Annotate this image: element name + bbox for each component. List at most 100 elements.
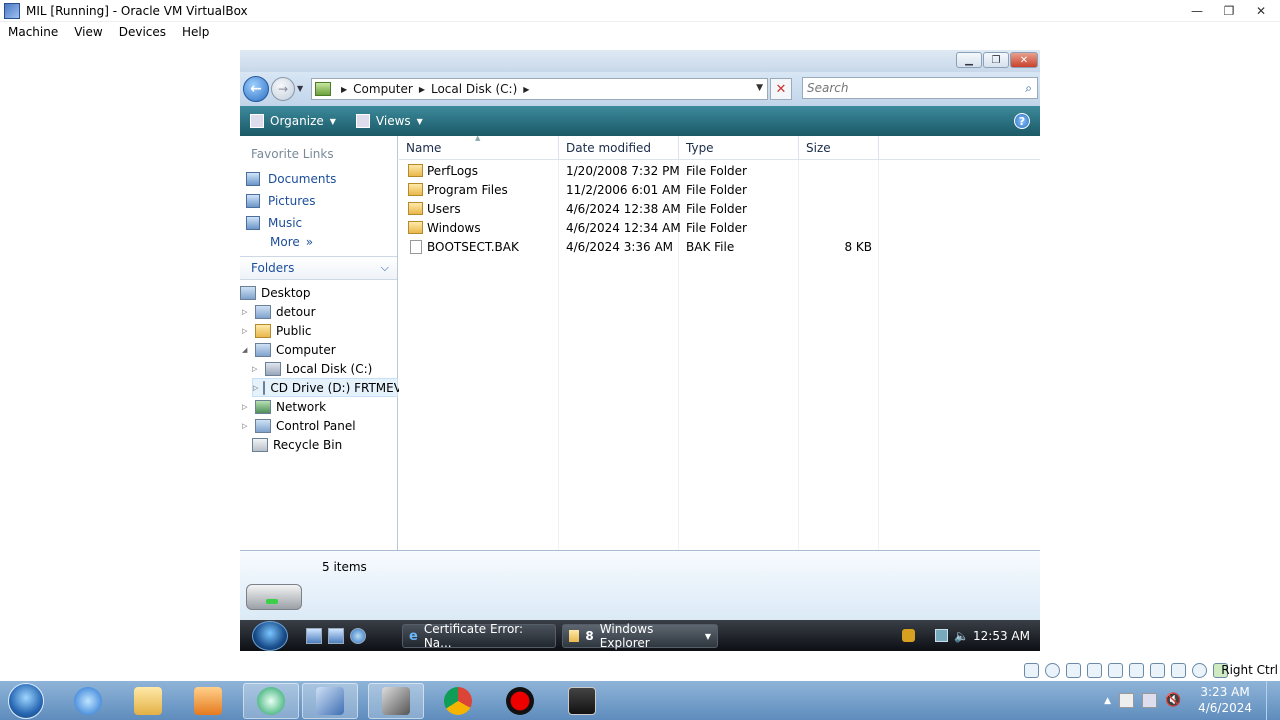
taskbar-recorder[interactable] <box>492 683 548 719</box>
shared-folders-icon[interactable] <box>1129 663 1144 678</box>
internet-explorer-icon[interactable] <box>350 628 366 644</box>
menu-view[interactable]: View <box>66 25 110 39</box>
breadcrumb-arrow-icon[interactable]: ▶ <box>341 85 347 94</box>
back-button[interactable]: ← <box>243 76 269 102</box>
expand-icon[interactable]: ▷ <box>252 365 260 373</box>
show-desktop-icon[interactable] <box>306 628 322 644</box>
address-dropdown-icon[interactable]: ▼ <box>756 83 763 93</box>
hard-disk-icon[interactable] <box>1024 663 1039 678</box>
recording-icon[interactable] <box>1171 663 1186 678</box>
optical-drive-icon[interactable] <box>1045 663 1060 678</box>
expand-icon[interactable]: ▷ <box>253 384 258 392</box>
collapse-icon[interactable]: ◢ <box>242 346 250 354</box>
address-bar[interactable]: ▶ Computer ▶ Local Disk (C:) ▶ ▼ <box>311 78 768 100</box>
close-button[interactable]: ✕ <box>1246 2 1276 20</box>
address-row: ← → ▼ ▶ Computer ▶ Local Disk (C:) ▶ ▼ ✕… <box>240 72 1040 106</box>
virtualbox-icon <box>4 2 20 19</box>
taskbar-button-windows-explorer[interactable]: 8 Windows Explorer ▼ <box>562 622 718 650</box>
folders-header[interactable]: Folders ⌵ <box>240 256 397 280</box>
tree-item-control-panel[interactable]: ▷ Control Panel <box>242 416 356 435</box>
search-icon[interactable]: ⌕ <box>1025 81 1032 96</box>
breadcrumb-local-disk[interactable]: Local Disk (C:) <box>431 82 517 96</box>
show-hidden-icons-icon[interactable]: ▲ <box>1104 696 1111 706</box>
taskbar-chrome[interactable] <box>430 683 486 719</box>
taskbar-app-green[interactable] <box>243 683 299 719</box>
table-row[interactable]: PerfLogs 1/20/2008 7:32 PM File Folder <box>399 161 1040 180</box>
taskbar-video-editor[interactable] <box>554 683 610 719</box>
tree-item-network[interactable]: ▷ Network <box>242 397 326 416</box>
forward-button[interactable]: → <box>271 77 295 101</box>
tree-item-cd-drive[interactable]: ▷ CD Drive (D:) FRTMEV <box>252 378 402 397</box>
tree-item-detour[interactable]: ▷ detour <box>242 302 316 321</box>
usb-icon[interactable] <box>1108 663 1123 678</box>
expand-icon[interactable]: ▷ <box>242 422 250 430</box>
taskbar-virtualbox[interactable] <box>302 683 358 719</box>
favorite-music[interactable]: Music <box>246 213 302 233</box>
file-name: BOOTSECT.BAK <box>427 239 519 254</box>
column-header-name[interactable]: ▲ Name <box>399 134 559 160</box>
network-icon[interactable] <box>935 629 949 642</box>
breadcrumb-arrow-icon[interactable]: ▶ <box>523 85 529 94</box>
switch-windows-icon[interactable] <box>328 628 344 644</box>
taskbar-internet-explorer[interactable] <box>60 683 116 719</box>
menu-machine[interactable]: Machine <box>0 25 66 39</box>
explorer-maximize-button[interactable]: ❐ <box>983 52 1009 68</box>
cpu-icon[interactable] <box>1192 663 1207 678</box>
security-shield-icon[interactable] <box>902 629 916 642</box>
organize-button[interactable]: Organize ▼ <box>240 106 346 136</box>
guest-start-button[interactable] <box>252 621 288 651</box>
start-button[interactable] <box>8 683 44 719</box>
audio-icon[interactable] <box>1066 663 1081 678</box>
speaker-muted-icon[interactable]: 🔇 <box>1165 693 1181 708</box>
taskbar-media-player[interactable] <box>180 683 236 719</box>
expand-icon[interactable]: ▷ <box>242 308 250 316</box>
menu-devices[interactable]: Devices <box>111 25 174 39</box>
display-icon[interactable] <box>1150 663 1165 678</box>
network-adapter-icon[interactable] <box>1087 663 1102 678</box>
taskbar-file-explorer[interactable] <box>120 683 176 719</box>
search-box[interactable]: ⌕ <box>802 77 1038 99</box>
minimize-button[interactable]: — <box>1182 2 1212 20</box>
breadcrumb-arrow-icon[interactable]: ▶ <box>419 85 425 94</box>
table-row[interactable]: Program Files 11/2/2006 6:01 AM File Fol… <box>399 180 1040 199</box>
column-header-date-modified[interactable]: Date modified <box>559 136 679 160</box>
tree-item-public[interactable]: ▷ Public <box>242 321 312 340</box>
search-input[interactable] <box>807 81 1007 95</box>
tree-item-desktop[interactable]: Desktop <box>240 283 311 302</box>
speaker-icon[interactable]: 🔈 <box>954 629 969 643</box>
column-label: Name <box>406 140 442 155</box>
favorite-documents[interactable]: Documents <box>246 169 336 189</box>
host-clock[interactable]: 3:23 AM 4/6/2024 <box>1198 684 1252 716</box>
expand-icon[interactable]: ▷ <box>242 327 250 335</box>
restore-button[interactable]: ❐ <box>1214 2 1244 20</box>
help-icon[interactable]: ? <box>1014 113 1030 129</box>
tree-item-local-disk[interactable]: ▷ Local Disk (C:) <box>252 359 372 378</box>
table-row[interactable]: Windows 4/6/2024 12:34 AM File Folder <box>399 218 1040 237</box>
recent-pages-dropdown[interactable]: ▼ <box>297 84 303 93</box>
explorer-close-button[interactable]: ✕ <box>1010 52 1038 68</box>
stop-button[interactable]: ✕ <box>770 78 792 100</box>
show-desktop-button[interactable] <box>1266 681 1280 720</box>
tree-item-computer[interactable]: ◢ Computer <box>242 340 336 359</box>
expand-icon[interactable]: ▷ <box>242 403 250 411</box>
breadcrumb-computer[interactable]: Computer <box>353 82 413 96</box>
action-center-icon[interactable] <box>1119 693 1134 708</box>
views-button[interactable]: Views ▼ <box>346 106 433 136</box>
column-header-type[interactable]: Type <box>679 136 799 160</box>
column-header-size[interactable]: Size <box>799 136 879 160</box>
explorer-titlebar[interactable]: ▁ ❐ ✕ <box>240 50 1040 72</box>
favorite-pictures[interactable]: Pictures <box>246 191 316 211</box>
table-row[interactable]: Users 4/6/2024 12:38 AM File Folder <box>399 199 1040 218</box>
network-icon[interactable] <box>1142 693 1157 708</box>
taskbar-app-tools[interactable] <box>368 683 424 719</box>
taskbar-button-certificate-error[interactable]: e Certificate Error: Na... <box>402 622 556 650</box>
explorer-minimize-button[interactable]: ▁ <box>956 52 982 68</box>
more-link[interactable]: More » <box>270 235 313 249</box>
tree-item-recycle-bin[interactable]: Recycle Bin <box>252 435 342 454</box>
host-menubar: Machine View Devices Help <box>0 22 1280 42</box>
menu-help[interactable]: Help <box>174 25 217 39</box>
table-row[interactable]: BOOTSECT.BAK 4/6/2024 3:36 AM BAK File 8… <box>399 237 1040 256</box>
chevron-down-icon[interactable]: ⌵ <box>381 261 389 275</box>
chevron-down-icon: ▼ <box>329 116 336 126</box>
guest-clock[interactable]: 12:53 AM <box>973 629 1030 643</box>
